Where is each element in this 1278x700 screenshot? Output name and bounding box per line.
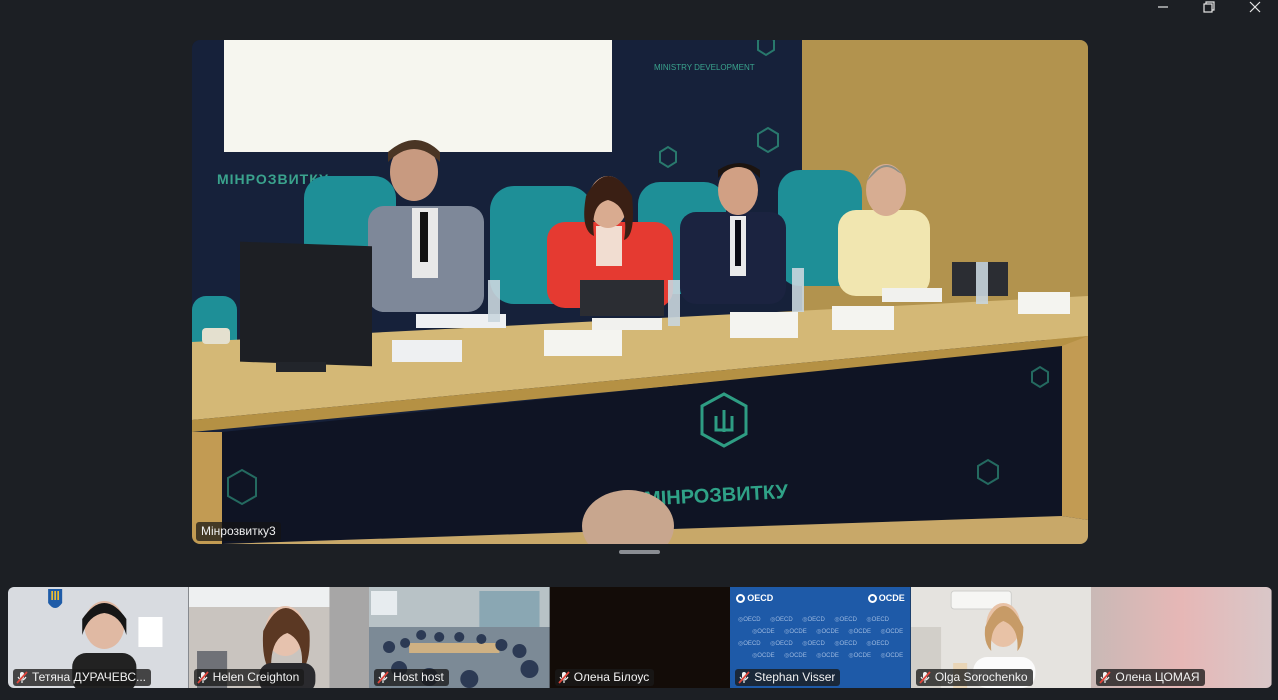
participant-label: Олена Білоус bbox=[554, 669, 655, 686]
mic-muted-icon bbox=[377, 671, 389, 684]
svg-text:◎OECD: ◎OECD bbox=[867, 617, 890, 623]
svg-text:◎OECD: ◎OECD bbox=[867, 641, 890, 647]
svg-text:◎OCDE: ◎OCDE bbox=[881, 629, 904, 635]
participant-tile[interactable]: Олена ЦОМАЯ bbox=[1091, 587, 1272, 688]
participant-strip: Тетяна ДУРАЧЕВС... Helen Creighton Host … bbox=[8, 587, 1272, 688]
participant-name: Олена Білоус bbox=[573, 670, 650, 684]
participant-name: Тетяна ДУРАЧЕВС... bbox=[32, 670, 146, 684]
participant-name: Olga Sorochenko bbox=[934, 670, 1028, 684]
svg-text:◎OECD: ◎OECD bbox=[802, 617, 825, 623]
svg-text:◎OECD: ◎OECD bbox=[802, 641, 825, 647]
mic-muted-icon bbox=[16, 671, 28, 684]
minimize-icon bbox=[1158, 6, 1168, 8]
restore-icon bbox=[1203, 1, 1215, 13]
participant-tile[interactable]: Олена Білоус bbox=[549, 587, 731, 688]
svg-text:◎OCDE: ◎OCDE bbox=[752, 653, 775, 659]
mic-muted-icon bbox=[738, 671, 750, 684]
mic-muted-icon bbox=[558, 671, 570, 684]
participant-tile[interactable]: ◎OECD ◎OECD ◎OECD ◎OECD ◎OECD ◎OCDE ◎OCDE ◎OCD… bbox=[730, 587, 911, 688]
close-button[interactable] bbox=[1232, 0, 1278, 14]
minimize-button[interactable] bbox=[1140, 0, 1186, 14]
svg-text:◎OCDE: ◎OCDE bbox=[881, 653, 904, 659]
oecd-logo-left: OECD bbox=[736, 593, 773, 603]
main-video-feed[interactable]: МІНРОЗВИТКУ MINISTRY DEVELOPMENT МІНРОЗВ… bbox=[192, 40, 1088, 544]
participant-name: Helen Creighton bbox=[212, 670, 300, 684]
mic-muted-icon bbox=[919, 671, 931, 684]
participant-tile[interactable]: Тетяна ДУРАЧЕВС... bbox=[8, 587, 189, 688]
participant-tile[interactable]: Olga Sorochenko bbox=[910, 587, 1092, 688]
conference-scene-image: МІНРОЗВИТКУ MINISTRY DEVELOPMENT МІНРОЗВ… bbox=[192, 40, 1088, 544]
svg-text:◎OCDE: ◎OCDE bbox=[817, 653, 840, 659]
participant-name: Stephan Visser bbox=[754, 670, 836, 684]
participant-label: Тетяна ДУРАЧЕВС... bbox=[13, 669, 151, 686]
svg-text:◎OECD: ◎OECD bbox=[770, 641, 793, 647]
participant-tile[interactable]: Helen Creighton bbox=[188, 587, 370, 688]
window-controls bbox=[1140, 0, 1278, 14]
backdrop-upper-text: MINISTRY DEVELOPMENT bbox=[654, 63, 755, 72]
participant-name: Host host bbox=[393, 670, 444, 684]
svg-text:◎OECD: ◎OECD bbox=[835, 641, 858, 647]
svg-text:◎OECD: ◎OECD bbox=[738, 641, 761, 647]
participant-label: Host host bbox=[374, 669, 449, 686]
oecd-logo-right: OCDE bbox=[867, 593, 905, 603]
participant-label: Олена ЦОМАЯ bbox=[1096, 669, 1205, 686]
participant-name: Олена ЦОМАЯ bbox=[1115, 670, 1200, 684]
close-icon bbox=[1249, 1, 1261, 13]
svg-text:◎OCDE: ◎OCDE bbox=[849, 653, 872, 659]
svg-text:◎OCDE: ◎OCDE bbox=[849, 629, 872, 635]
restore-button[interactable] bbox=[1186, 0, 1232, 14]
svg-text:◎OECD: ◎OECD bbox=[835, 617, 858, 623]
mic-muted-icon bbox=[1099, 671, 1112, 684]
svg-text:◎OCDE: ◎OCDE bbox=[817, 629, 840, 635]
mic-muted-icon bbox=[196, 671, 209, 684]
svg-text:◎OECD: ◎OECD bbox=[738, 617, 761, 623]
svg-text:◎OCDE: ◎OCDE bbox=[752, 629, 775, 635]
svg-text:◎OCDE: ◎OCDE bbox=[784, 653, 807, 659]
participant-label: Stephan Visser bbox=[735, 669, 841, 686]
participant-label: Helen Creighton bbox=[193, 669, 305, 686]
resize-handle[interactable] bbox=[619, 550, 660, 554]
svg-text:◎OCDE: ◎OCDE bbox=[784, 629, 807, 635]
main-video-name-tag: Мінрозвитку3 bbox=[196, 522, 281, 541]
svg-text:◎OECD: ◎OECD bbox=[770, 617, 793, 623]
participant-label: Olga Sorochenko bbox=[915, 669, 1033, 686]
participant-tile[interactable]: Host host bbox=[369, 587, 550, 688]
